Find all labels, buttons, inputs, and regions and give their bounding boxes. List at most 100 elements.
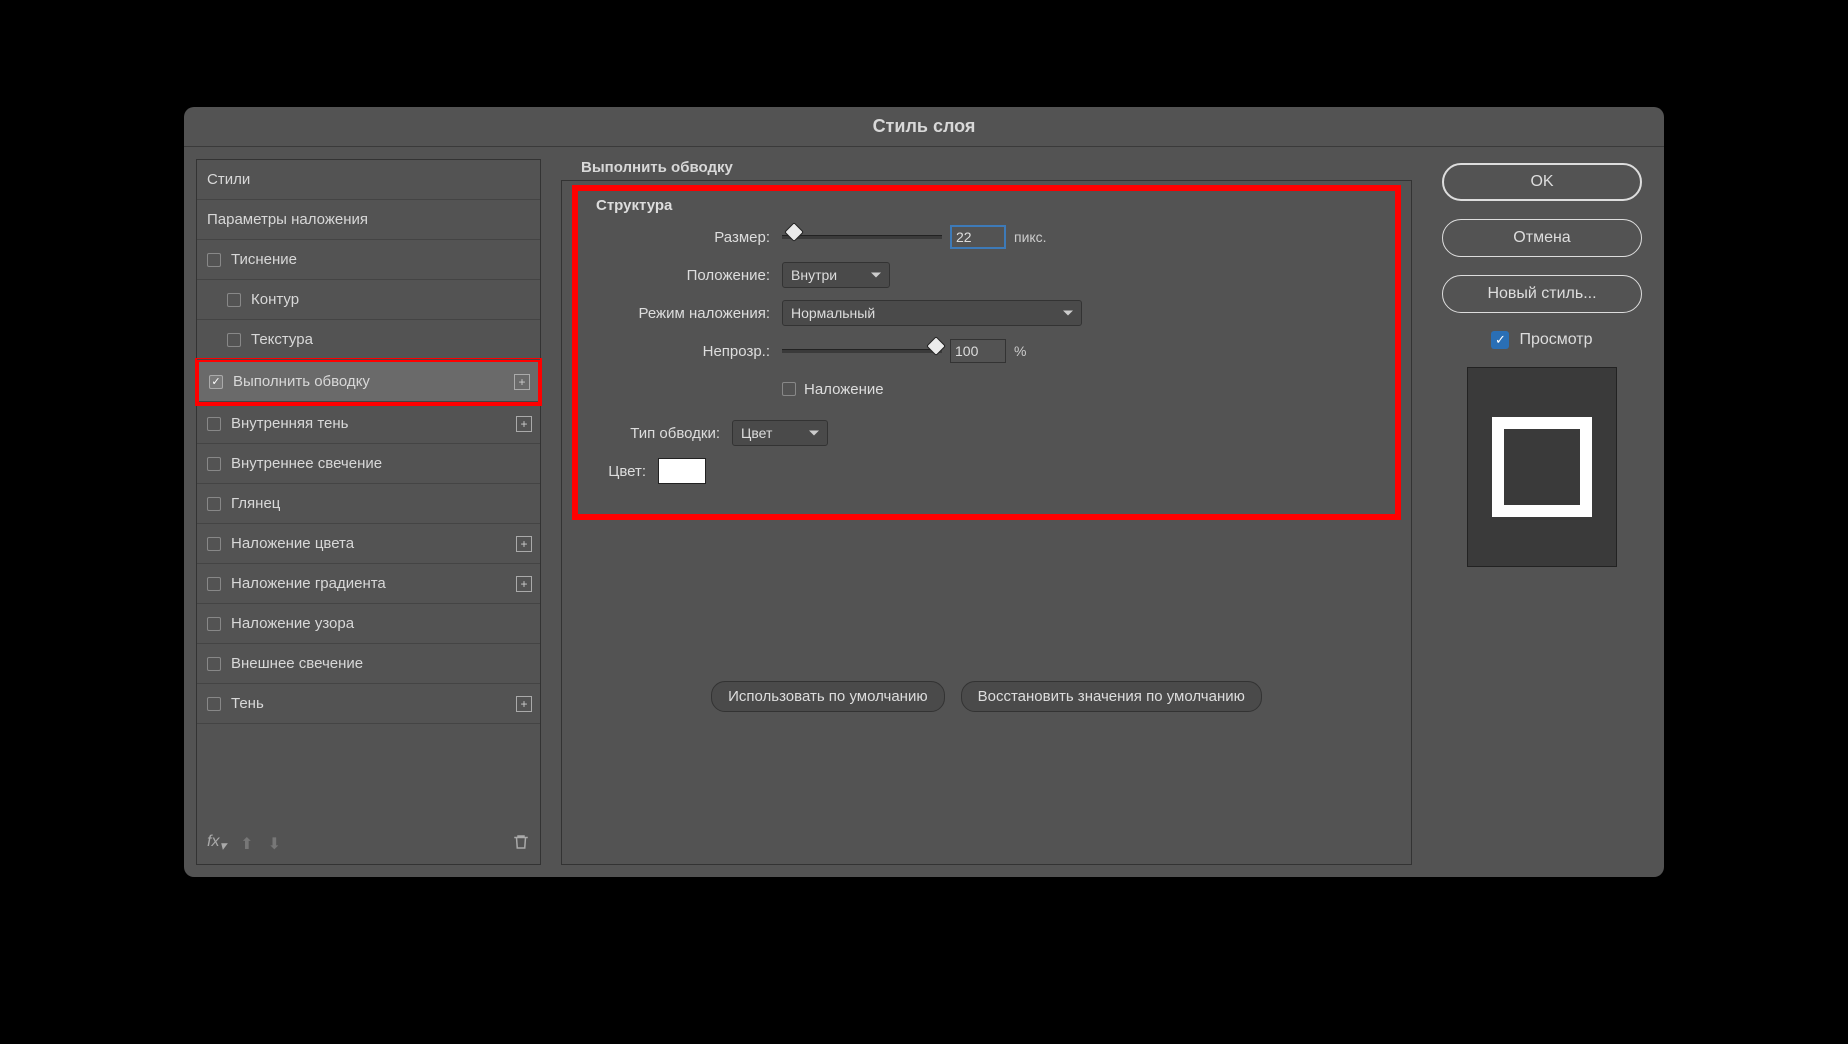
checkbox-icon[interactable] — [207, 697, 221, 711]
preview-label: Просмотр — [1519, 331, 1592, 349]
move-down-icon[interactable]: ⬇ — [268, 834, 281, 854]
highlight-box: Структура Размер: пикс. Положение: Внутр… — [572, 185, 1401, 520]
checkbox-icon[interactable] — [207, 457, 221, 471]
sidebar-item-pattern-overlay[interactable]: Наложение узора — [197, 604, 540, 644]
row-fill-type: Тип обводки: Цвет — [590, 420, 1383, 446]
sidebar-item-label: Глянец — [231, 495, 280, 512]
checkbox-icon[interactable] — [782, 382, 796, 396]
group-title-structure: Структура — [596, 197, 1383, 214]
sidebar-item-contour[interactable]: Контур — [197, 280, 540, 320]
checkbox-icon[interactable] — [207, 577, 221, 591]
select-value: Внутри — [791, 267, 837, 283]
label-size: Размер: — [590, 229, 770, 246]
slider-thumb-icon[interactable] — [926, 336, 946, 356]
settings-box: Структура Размер: пикс. Положение: Внутр… — [561, 180, 1412, 865]
reset-default-button[interactable]: Восстановить значения по умолчанию — [961, 681, 1262, 712]
select-value: Цвет — [741, 425, 772, 441]
label-position: Положение: — [590, 267, 770, 284]
sidebar-footer: fx▾ ⬆ ⬇ — [197, 824, 540, 864]
checkbox-icon[interactable] — [227, 333, 241, 347]
sidebar-item-stroke[interactable]: Выполнить обводку + — [199, 362, 538, 402]
highlight-box: Выполнить обводку + — [195, 358, 542, 406]
sidebar-item-gradient-overlay[interactable]: Наложение градиента + — [197, 564, 540, 604]
panel-title: Выполнить обводку — [581, 159, 1412, 176]
size-slider[interactable] — [782, 235, 942, 239]
new-style-button[interactable]: Новый стиль... — [1442, 275, 1642, 313]
row-overprint: Наложение — [590, 376, 1383, 402]
unit-label: % — [1014, 343, 1026, 359]
sidebar-header-label: Стили — [207, 171, 250, 188]
fx-menu-icon[interactable]: fx▾ — [207, 833, 226, 854]
sidebar-item-satin[interactable]: Глянец — [197, 484, 540, 524]
add-effect-icon[interactable]: + — [516, 696, 532, 712]
sidebar-item-label: Внешнее свечение — [231, 655, 363, 672]
checkbox-icon[interactable] — [207, 657, 221, 671]
color-swatch[interactable] — [658, 458, 706, 484]
checkbox-icon[interactable] — [207, 497, 221, 511]
overprint-checkbox[interactable]: Наложение — [782, 381, 884, 398]
label-color: Цвет: — [590, 463, 646, 480]
ok-button[interactable]: OK — [1442, 163, 1642, 201]
sidebar-item-label: Наложение цвета — [231, 535, 354, 552]
sidebar-item-drop-shadow[interactable]: Тень + — [197, 684, 540, 724]
sidebar-item-label: Тиснение — [231, 251, 297, 268]
cancel-button[interactable]: Отмена — [1442, 219, 1642, 257]
label-opacity: Непрозр.: — [590, 343, 770, 360]
checkbox-icon[interactable] — [227, 293, 241, 307]
sidebar-header-blending[interactable]: Параметры наложения — [197, 200, 540, 240]
checkbox-icon[interactable] — [207, 253, 221, 267]
dialog-buttons-panel: OK Отмена Новый стиль... ✓ Просмотр — [1432, 159, 1652, 865]
add-effect-icon[interactable]: + — [516, 416, 532, 432]
sidebar-item-outer-glow[interactable]: Внешнее свечение — [197, 644, 540, 684]
label-fill-type: Тип обводки: — [590, 425, 720, 442]
move-up-icon[interactable]: ⬆ — [240, 834, 253, 854]
checkbox-icon[interactable] — [207, 617, 221, 631]
sidebar-item-label: Внутренняя тень — [231, 415, 348, 432]
layer-style-dialog: Стиль слоя Стили Параметры наложения Тис… — [184, 107, 1664, 877]
row-opacity: Непрозр.: % — [590, 338, 1383, 364]
row-size: Размер: пикс. — [590, 224, 1383, 250]
settings-panel: Выполнить обводку Структура Размер: пикс… — [561, 159, 1412, 865]
sidebar-item-texture[interactable]: Текстура — [197, 320, 540, 360]
trash-icon[interactable] — [512, 833, 530, 856]
sidebar-item-inner-glow[interactable]: Внутреннее свечение — [197, 444, 540, 484]
opacity-input[interactable] — [950, 339, 1006, 363]
sidebar-item-label: Контур — [251, 291, 299, 308]
preview-shape-icon — [1492, 417, 1592, 517]
sidebar-item-bevel[interactable]: Тиснение — [197, 240, 540, 280]
add-effect-icon[interactable]: + — [516, 536, 532, 552]
checkbox-icon[interactable] — [209, 375, 223, 389]
fill-type-select[interactable]: Цвет — [732, 420, 828, 446]
position-select[interactable]: Внутри — [782, 262, 890, 288]
preview-checkbox[interactable]: ✓ Просмотр — [1491, 331, 1592, 349]
title-bar: Стиль слоя — [184, 107, 1664, 147]
row-position: Положение: Внутри — [590, 262, 1383, 288]
row-color: Цвет: — [590, 458, 1383, 484]
sidebar-item-label: Наложение узора — [231, 615, 354, 632]
sidebar-item-color-overlay[interactable]: Наложение цвета + — [197, 524, 540, 564]
sidebar-item-inner-shadow[interactable]: Внутренняя тень + — [197, 404, 540, 444]
slider-thumb-icon[interactable] — [784, 222, 804, 242]
sidebar-item-label: Тень — [231, 695, 264, 712]
label-blend-mode: Режим наложения: — [590, 305, 770, 322]
checkbox-icon[interactable]: ✓ — [1491, 331, 1509, 349]
add-effect-icon[interactable]: + — [516, 576, 532, 592]
sidebar-header-styles[interactable]: Стили — [197, 160, 540, 200]
size-input[interactable] — [950, 225, 1006, 249]
blend-mode-select[interactable]: Нормальный — [782, 300, 1082, 326]
add-effect-icon[interactable]: + — [514, 374, 530, 390]
window-title: Стиль слоя — [873, 116, 976, 137]
sidebar-item-label: Текстура — [251, 331, 313, 348]
main-area: Стили Параметры наложения Тиснение Конту… — [184, 147, 1664, 877]
default-buttons-row: Использовать по умолчанию Восстановить з… — [580, 681, 1393, 712]
sidebar-item-label: Наложение градиента — [231, 575, 386, 592]
sidebar-item-label: Внутреннее свечение — [231, 455, 382, 472]
opacity-slider[interactable] — [782, 349, 942, 353]
styles-sidebar: Стили Параметры наложения Тиснение Конту… — [196, 159, 541, 865]
checkbox-icon[interactable] — [207, 417, 221, 431]
make-default-button[interactable]: Использовать по умолчанию — [711, 681, 944, 712]
sidebar-header-label: Параметры наложения — [207, 211, 368, 228]
checkbox-icon[interactable] — [207, 537, 221, 551]
select-value: Нормальный — [791, 305, 875, 321]
preview-thumbnail — [1467, 367, 1617, 567]
